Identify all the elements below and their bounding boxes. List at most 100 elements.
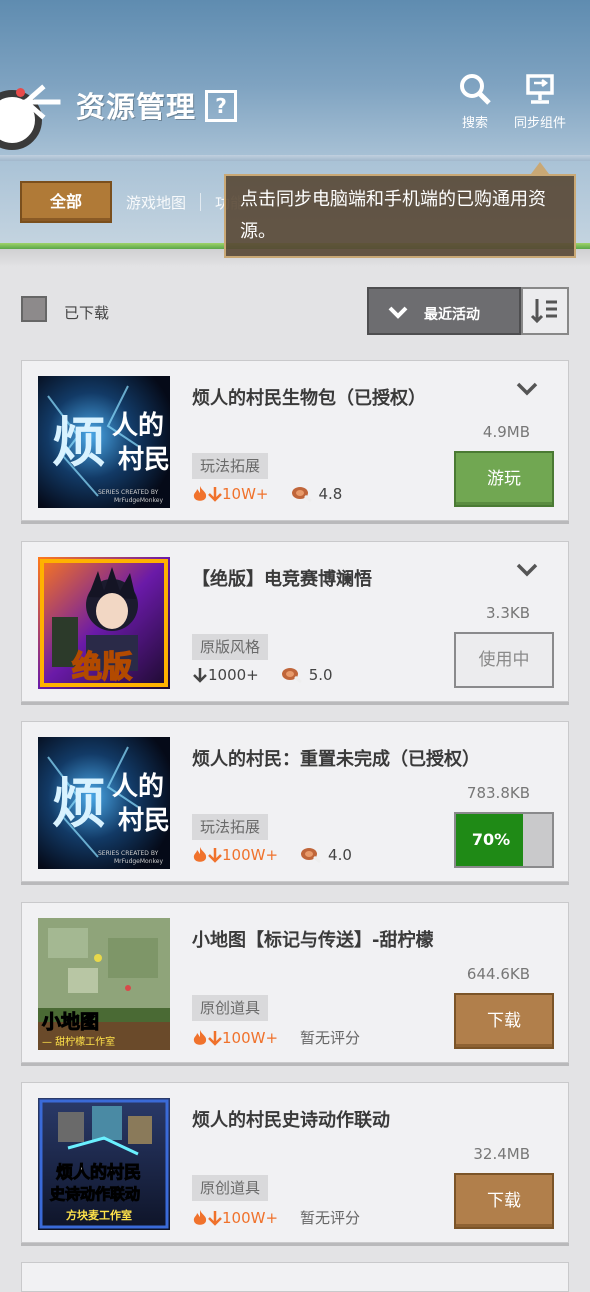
resource-title: 【绝版】电竞赛博斓悟: [192, 569, 372, 590]
download-progress-bar[interactable]: 70%: [454, 812, 554, 868]
resource-card[interactable]: 烦 人的 村民 SERIES CREATED BY MrFudgeMonkey …: [21, 360, 569, 521]
tooltip-arrow: [531, 162, 549, 174]
search-icon: [460, 74, 491, 105]
resource-stats: 100W+ 暂无评分: [192, 1027, 360, 1048]
resource-size: 3.3KB: [486, 604, 530, 622]
download-count: 10W+: [222, 485, 269, 503]
download-count: 100W+: [222, 1208, 279, 1227]
rating-value: 4.0: [328, 846, 352, 864]
svg-text:方块麦工作室: 方块麦工作室: [66, 1208, 132, 1222]
svg-text:绝版: 绝版: [72, 650, 132, 685]
meat-rating-icon: [301, 848, 321, 864]
svg-text:烦人的村民: 烦人的村民: [56, 1162, 141, 1183]
svg-text:SERIES CREATED BY: SERIES CREATED BY: [98, 850, 159, 857]
sort-order-icon: [530, 299, 557, 324]
resource-title: 烦人的村民史诗动作联动: [192, 1110, 390, 1131]
sort-dropdown[interactable]: 最近活动: [367, 287, 521, 335]
downloaded-label: 已下载: [64, 304, 110, 322]
resource-thumbnail: 绝版: [38, 557, 170, 689]
download-count: 100W+: [222, 1028, 279, 1047]
download-arrow-icon: [193, 668, 207, 683]
play-button[interactable]: 游玩: [454, 451, 554, 507]
resource-stats: 100W+ 暂无评分: [192, 1207, 360, 1228]
resource-tag: 玩法拓展: [192, 453, 269, 479]
hot-flame-icon: [193, 847, 207, 862]
resource-stats: 10W+ 4.8: [192, 485, 342, 503]
rating-value: 4.8: [318, 485, 343, 503]
category-tabs: 全部 游戏地图 功能: [20, 180, 245, 224]
resource-title: 烦人的村民：重置未完成（已授权）: [192, 749, 480, 770]
tab-all[interactable]: 全部: [20, 181, 112, 223]
header-divider: [0, 155, 590, 161]
help-icon[interactable]: ?: [205, 90, 237, 122]
sort-order-button[interactable]: [521, 287, 569, 335]
download-arrow-icon: [208, 487, 222, 502]
resource-tag: 原创道具: [192, 995, 269, 1021]
sync-components-button[interactable]: 同步组件: [505, 72, 575, 131]
rating-value: 暂无评分: [300, 1029, 361, 1047]
resource-thumbnail: 小地图 — 甜柠檬工作室: [38, 918, 170, 1050]
rating-value: 暂无评分: [300, 1209, 361, 1227]
resource-card[interactable]: 小地图 — 甜柠檬工作室 小地图【标记与传送】-甜柠檬 644.6KB 原创道具…: [21, 902, 569, 1063]
search-button[interactable]: 搜索: [440, 72, 510, 131]
svg-text:人的: 人的: [112, 410, 164, 441]
hot-flame-icon: [193, 486, 207, 501]
resource-thumbnail: 烦人的村民 史诗动作联动 方块麦工作室: [38, 1098, 170, 1230]
meat-rating-icon: [291, 487, 312, 503]
tab-divider: [200, 193, 202, 211]
resource-card[interactable]: 绝版 【绝版】电竞赛博斓悟 3.3KB 原版风格 1000+ 5.0 使用中: [21, 541, 569, 702]
resource-size: 783.8KB: [466, 784, 530, 802]
resource-thumbnail: 烦 人的 村民 SERIES CREATED BY MrFudgeMonkey: [38, 737, 170, 869]
resource-size: 32.4MB: [473, 1145, 530, 1163]
resource-card[interactable]: 烦人的村民 史诗动作联动 方块麦工作室 烦人的村民史诗动作联动 32.4MB 原…: [21, 1082, 569, 1243]
resource-title: 小地图【标记与传送】-甜柠檬: [192, 930, 434, 951]
download-arrow-icon: [208, 1210, 222, 1226]
download-count: 100W+: [222, 846, 279, 864]
progress-text: 70%: [471, 830, 511, 849]
download-arrow-icon: [208, 848, 222, 863]
download-arrow-icon: [208, 1030, 222, 1046]
svg-text:烦: 烦: [52, 410, 106, 474]
sync-tooltip: 点击同步电脑端和手机端的已购通用资源。: [224, 174, 576, 258]
rating-value: 5.0: [308, 666, 333, 684]
resource-tag: 原创道具: [192, 1175, 269, 1201]
sync-label: 同步组件: [513, 116, 566, 131]
resource-stats: 1000+ 5.0: [192, 666, 333, 684]
download-button[interactable]: 下载: [454, 1173, 554, 1229]
svg-text:SERIES CREATED BY: SERIES CREATED BY: [98, 489, 159, 496]
resource-title: 烦人的村民生物包（已授权）: [192, 388, 426, 409]
resource-thumbnail: 烦 人的 村民 SERIES CREATED BY MrFudgeMonkey: [38, 376, 170, 508]
sort-label: 最近活动: [424, 307, 480, 323]
resource-size: 644.6KB: [466, 965, 530, 983]
meat-rating-icon: [281, 668, 302, 684]
page-title: 资源管理: [76, 90, 197, 124]
svg-text:烦: 烦: [52, 771, 106, 835]
download-button[interactable]: 下载: [454, 993, 554, 1049]
tab-game-maps[interactable]: 游戏地图: [126, 192, 186, 213]
svg-text:— 甜柠檬工作室: — 甜柠檬工作室: [42, 1035, 115, 1048]
svg-text:村民: 村民: [118, 806, 170, 836]
svg-text:人的: 人的: [112, 771, 164, 802]
svg-text:村民: 村民: [118, 445, 170, 475]
chevron-down-icon[interactable]: [515, 560, 539, 585]
sync-icon: [526, 74, 554, 104]
hot-flame-icon: [193, 1029, 207, 1045]
resource-card-partial[interactable]: [21, 1262, 569, 1292]
svg-text:史诗动作联动: 史诗动作联动: [50, 1185, 140, 1203]
download-count: 1000+: [208, 666, 259, 684]
hot-flame-icon: [193, 1209, 207, 1225]
chevron-down-icon: [387, 301, 409, 328]
in-use-button[interactable]: 使用中: [454, 632, 554, 688]
svg-text:小地图: 小地图: [42, 1010, 99, 1033]
resource-tag: 原版风格: [192, 634, 269, 660]
resource-tag: 玩法拓展: [192, 814, 269, 840]
svg-text:MrFudgeMonkey: MrFudgeMonkey: [114, 858, 163, 865]
back-arrow-icon: [22, 84, 61, 120]
resource-stats: 100W+ 4.0: [192, 846, 352, 864]
svg-text:MrFudgeMonkey: MrFudgeMonkey: [114, 497, 163, 504]
resource-size: 4.9MB: [482, 423, 530, 441]
back-button[interactable]: [22, 80, 62, 124]
chevron-down-icon[interactable]: [515, 379, 539, 404]
downloaded-checkbox[interactable]: [21, 296, 47, 322]
resource-card[interactable]: 烦 人的 村民 SERIES CREATED BY MrFudgeMonkey …: [21, 721, 569, 882]
